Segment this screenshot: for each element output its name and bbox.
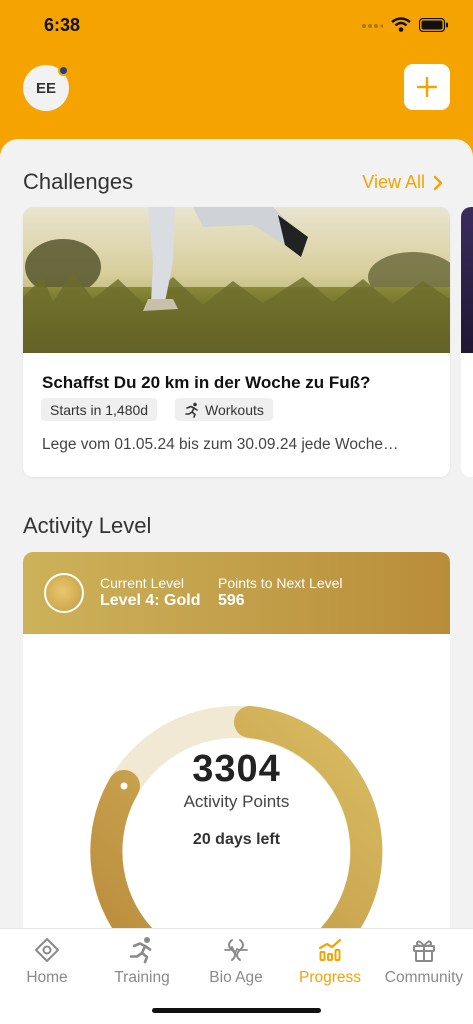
activity-points-value: 3304 <box>192 748 281 790</box>
type-tag: Workouts <box>175 398 273 421</box>
type-tag-label: Workouts <box>205 401 264 418</box>
avatar-initials: EE <box>35 79 56 97</box>
add-button[interactable] <box>404 64 450 110</box>
status-icons <box>361 17 449 32</box>
days-left: 20 days left <box>192 831 281 848</box>
view-all-label: View All <box>362 172 425 192</box>
next-challenge-card[interactable] <box>461 207 473 477</box>
tab-home[interactable]: Home <box>0 929 94 997</box>
chevron-right-icon <box>433 175 443 190</box>
challenge-title: Schaffst Du 20 km in der Woche zu Fuß? <box>42 373 371 392</box>
activity-level-title: Activity Level <box>23 513 152 538</box>
plus-icon <box>417 77 437 97</box>
next-level-label: Points to Next Level <box>218 575 343 591</box>
status-bar: 6:38 <box>0 0 473 54</box>
next-level-value: 596 <box>218 592 245 609</box>
start-tag: Starts in 1,480d <box>41 398 158 421</box>
avatar[interactable]: EE <box>23 65 69 111</box>
battery-icon <box>419 17 448 32</box>
challenge-card[interactable]: Schaffst Du 20 km in der Woche zu Fuß? S… <box>23 207 450 477</box>
next-challenge-image <box>461 207 473 353</box>
status-time: 6:38 <box>44 15 81 35</box>
challenge-image <box>23 207 450 353</box>
view-all-link[interactable]: View All <box>362 172 443 193</box>
cellular-icon <box>362 23 383 28</box>
wifi-icon <box>391 17 411 32</box>
tab-community[interactable]: Community <box>377 929 471 997</box>
tab-progress-label: Progress <box>298 969 362 986</box>
activity-level-card: Current Level Level 4: Gold Points to Ne… <box>23 552 450 952</box>
tab-training-label: Training <box>114 969 170 986</box>
runner-icon <box>129 937 152 964</box>
tab-home-label: Home <box>26 969 68 986</box>
gold-medal-icon <box>44 573 84 613</box>
current-level-label: Current Level <box>100 575 185 591</box>
tab-training[interactable]: Training <box>95 929 189 997</box>
tab-bio-age[interactable]: Bio Age <box>189 929 283 997</box>
gift-icon <box>413 940 435 962</box>
runner-icon <box>185 402 198 418</box>
start-tag-label: Starts in 1,480d <box>50 401 149 418</box>
notification-dot <box>58 65 69 76</box>
bio-age-icon <box>224 939 248 961</box>
home-indicator <box>152 1008 321 1013</box>
home-icon <box>35 938 59 962</box>
current-level-value: Level 4: Gold <box>100 592 201 609</box>
tab-progress[interactable]: Progress <box>283 929 377 997</box>
challenge-description: Lege vom 01.05.24 bis zum 30.09.24 jede … <box>42 436 399 453</box>
tab-community-label: Community <box>384 969 464 986</box>
level-header: Current Level Level 4: Gold Points to Ne… <box>23 552 450 634</box>
challenges-title: Challenges <box>23 169 134 194</box>
activity-points-label: Activity Points <box>183 792 290 811</box>
tab-bio-age-label: Bio Age <box>209 969 263 986</box>
chart-icon <box>318 938 342 961</box>
